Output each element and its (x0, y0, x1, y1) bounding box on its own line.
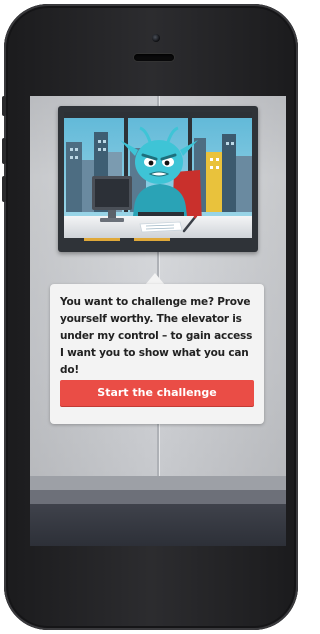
challenge-message: You want to challenge me? Prove yourself… (60, 296, 253, 376)
volume-down-button (2, 176, 6, 202)
papers (139, 221, 183, 233)
floor-band (30, 490, 286, 504)
volume-up-button (2, 138, 6, 164)
front-camera (152, 34, 160, 42)
speech-bubble: You want to challenge me? Prove yourself… (50, 284, 264, 424)
silent-switch (2, 96, 6, 116)
monitor-frame (58, 106, 258, 252)
floor (30, 504, 286, 546)
app-screen: You want to challenge me? Prove yourself… (30, 96, 286, 546)
office-illustration (64, 112, 252, 246)
floor-trim (30, 476, 286, 490)
earpiece-speaker (134, 54, 174, 61)
office-scene (64, 112, 252, 246)
start-challenge-button[interactable]: Start the challenge (60, 380, 254, 406)
